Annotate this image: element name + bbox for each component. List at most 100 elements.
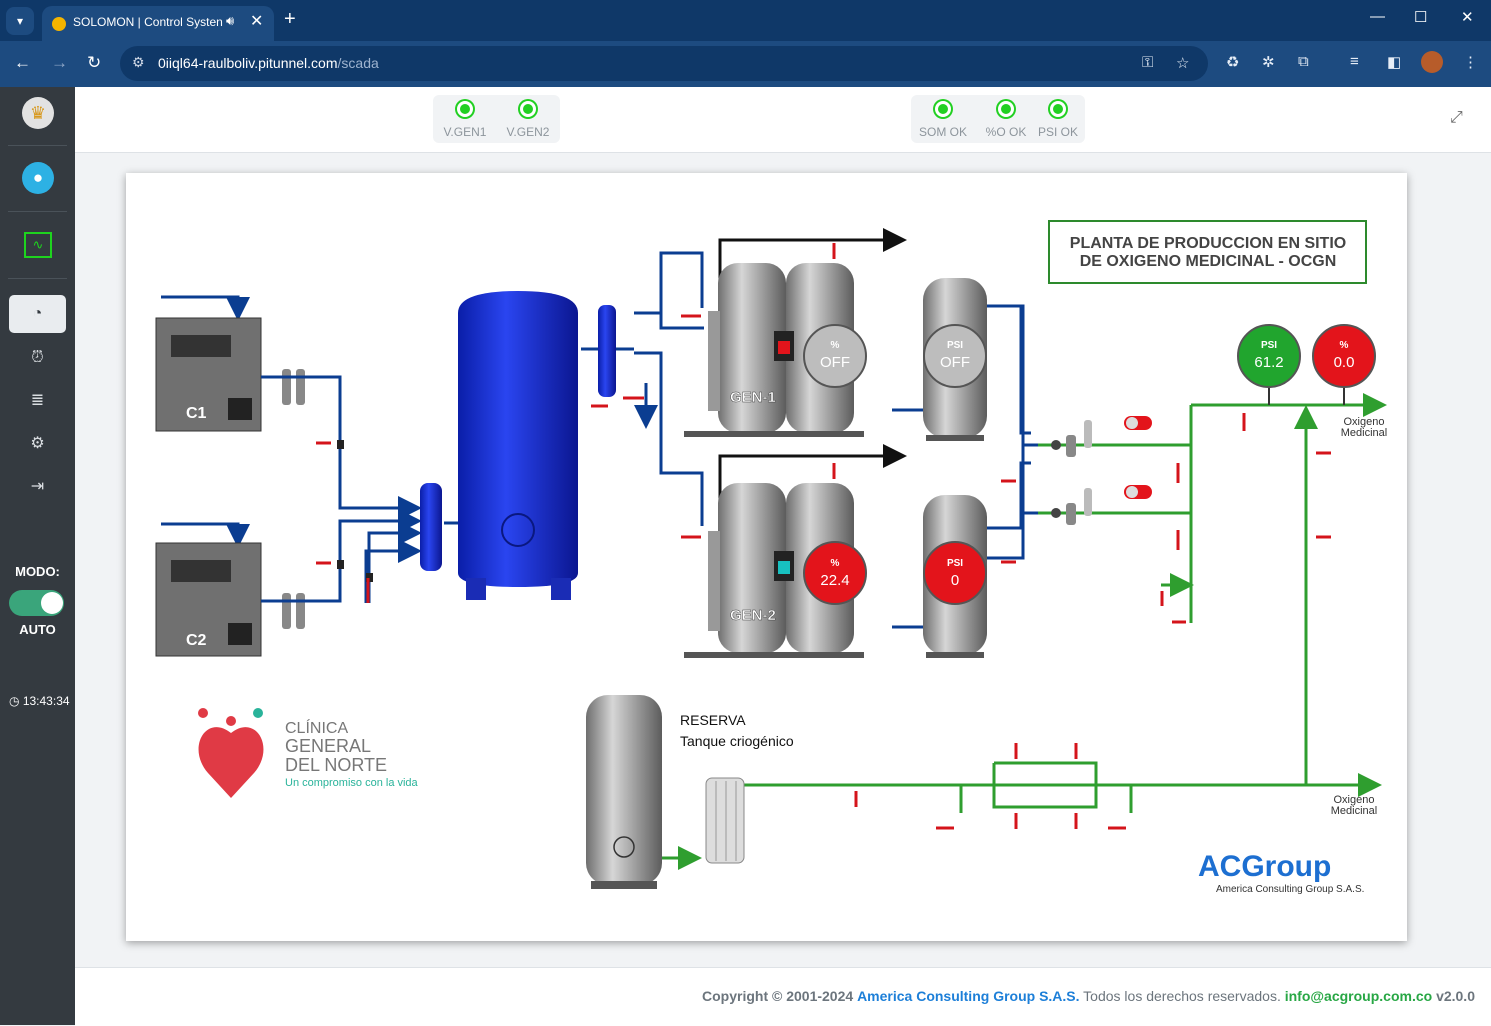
close-tab-icon[interactable]: ✕ [250,11,263,31]
toggle-knob [41,592,63,614]
status-led-icon [935,101,951,117]
inlet-manifold [420,483,442,571]
profile-avatar[interactable] [1421,51,1443,73]
gauge-unit: % [831,558,840,569]
reserve-cryogenic-tank[interactable]: RESERVA Tanque criogénico [586,695,794,889]
status-led-icon [520,101,536,117]
clock-time: 13:43:34 [22,694,70,708]
oxygen-tank-1[interactable]: PSI OFF [923,278,987,441]
reserve-title: RESERVA [680,712,746,728]
outlet-label: Medicinal [1331,805,1377,817]
extensions-puzzle-icon[interactable]: ⧉ [1298,53,1309,70]
heart-icon [198,727,264,798]
compressor-c1[interactable]: C1 [155,295,262,432]
nav-alarm-clock-icon[interactable]: ⏰︎ [9,339,66,377]
acgroup-logo: ACGroup America Consulting Group S.A.S. [1198,850,1364,895]
app-sidebar: ♛ ● ∿ ◔ ⏰︎ ≣ ⚙ ⇥ MODO: AUTO ◷ 13:43:34 [0,87,75,1025]
fullscreen-icon[interactable]: ⤢ [1450,109,1463,127]
tank-unit: PSI [947,558,963,569]
clinic-name-line1: CLÍNICA [285,718,348,737]
reserve-subtitle: Tanque criogénico [680,733,794,749]
browser-tab-bar: ▾ SOLOMON | Control Systen 🔊︎ ✕ + — ☐ ✕ [0,0,1491,41]
status-led-icon [998,101,1014,117]
heartbeat-monitor-icon[interactable]: ∿ [24,232,52,258]
copyright-text: Copyright © 2001-2024 America Consulting… [702,988,1475,1004]
extension-gear-icon[interactable]: ✲ [1262,53,1275,71]
clinic-name-line3: DEL NORTE [285,755,387,775]
scada-diagram-panel: PLANTA DE PRODUCCION EN SITIO DE OXIGENO… [126,173,1407,941]
generator-indicators: V.GEN1 V.GEN2 [433,95,560,143]
forward-icon[interactable]: → [51,53,68,73]
outlet-manifold [598,305,616,397]
address-bar[interactable]: ⚙ 0iiql64-raulboliv.pitunnel.com/scada ⚿… [120,46,1208,81]
nav-dashboard-gauge-icon[interactable]: ◔ [9,295,66,333]
vaporizer [705,777,745,864]
gauge-value: 61.2 [1254,354,1283,371]
speaker-icon[interactable]: 🔊︎ [226,13,234,29]
maximize-icon[interactable]: ☐ [1414,8,1427,26]
indicator-label: V.GEN2 [506,125,550,139]
site-info-icon[interactable]: ⚙ [132,54,145,71]
scada-diagram: PLANTA DE PRODUCCION EN SITIO DE OXIGENO… [155,220,1387,895]
tab-search-chevron-icon[interactable]: ▾ [6,7,34,35]
status-led-icon [457,101,473,117]
indicator-vgen2: V.GEN2 [498,101,558,139]
minimize-icon[interactable]: — [1370,8,1385,25]
clock-icon: ◷ [9,694,20,708]
nav-list-icon[interactable]: ≣ [9,382,66,420]
compressor-label: C2 [186,632,207,649]
filter-line-components[interactable] [1051,416,1152,525]
extension-recycle-icon[interactable]: ♻ [1226,53,1239,71]
tank-value: 0 [951,572,959,589]
generator-gen1[interactable]: GEN-1 % OFF [681,228,907,437]
nav-logout-icon[interactable]: ⇥ [9,468,66,506]
reload-icon[interactable]: ↻ [87,53,101,73]
plant-title-box: PLANTA DE PRODUCCION EN SITIO DE OXIGENO… [1048,220,1367,284]
compressed-air-piping [261,251,1031,629]
divider [8,278,67,279]
compressor-c2[interactable]: C2 [155,522,262,657]
plant-title-line1: PLANTA DE PRODUCCION EN SITIO [1070,235,1346,252]
browser-tab[interactable]: SOLOMON | Control Systen 🔊︎ ✕ [42,6,274,41]
gauge-value: 0.0 [1334,354,1355,371]
indicator-vgen1: V.GEN1 [435,101,495,139]
user-avatar-icon[interactable]: ● [22,162,54,194]
back-icon[interactable]: ← [14,53,31,73]
clinic-logo: CLÍNICA GENERAL DEL NORTE Un compromiso … [198,708,419,798]
quality-indicators: SOM OK %O OK PSI OK [911,95,1085,143]
company-logo-text: ACGroup [1198,850,1331,883]
browser-menu-icon[interactable]: ⋮ [1463,53,1478,71]
company-link[interactable]: America Consulting Group S.A.S. [857,988,1079,1004]
close-window-icon[interactable]: ✕ [1461,8,1474,26]
filter-set-c2 [282,593,305,629]
oxygen-tank-2[interactable]: PSI 0 [923,495,987,658]
clinic-name-line2: GENERAL [285,736,371,756]
page-footer: Copyright © 2001-2024 America Consulting… [75,967,1491,1026]
crown-logo-icon[interactable]: ♛ [22,97,54,129]
key-icon[interactable]: ⚿ [1142,54,1153,71]
url-text: 0iiql64-raulboliv.pitunnel.com/scada [158,55,379,71]
browser-toolbar: ← → ↻ ⚙ 0iiql64-raulboliv.pitunnel.com/s… [0,41,1491,87]
mode-toggle[interactable] [9,590,64,616]
divider [8,211,67,212]
new-tab-icon[interactable]: + [284,8,296,30]
bookmark-star-icon[interactable]: ☆ [1176,54,1189,72]
tank-value: OFF [940,354,970,371]
generator-gen2[interactable]: GEN-2 % 22.4 [681,444,907,658]
outlet-gauge-oxygen[interactable]: % 0.0 [1312,324,1376,405]
indicator-som: SOM OK [913,101,973,139]
indicator-label: SOM OK [918,125,967,139]
nav-settings-gear-icon[interactable]: ⚙ [9,425,66,463]
tank-unit: PSI [947,340,963,351]
media-control-icon[interactable]: ≡ [1350,53,1359,70]
gauge-value: OFF [820,354,850,371]
indicator-label: PSI OK [1037,125,1078,139]
favicon-icon [52,17,66,31]
outlet-gauge-psi[interactable]: PSI 61.2 [1237,324,1301,405]
indicator-label: %O OK [985,125,1027,139]
side-panel-icon[interactable]: ◧ [1387,53,1401,71]
indicator-oxygen: %O OK [976,101,1036,139]
email-link[interactable]: info@acgroup.com.co [1285,988,1432,1004]
plant-title-line2: DE OXIGENO MEDICINAL - OCGN [1080,253,1337,270]
indicator-psi: PSI OK [1028,101,1088,139]
